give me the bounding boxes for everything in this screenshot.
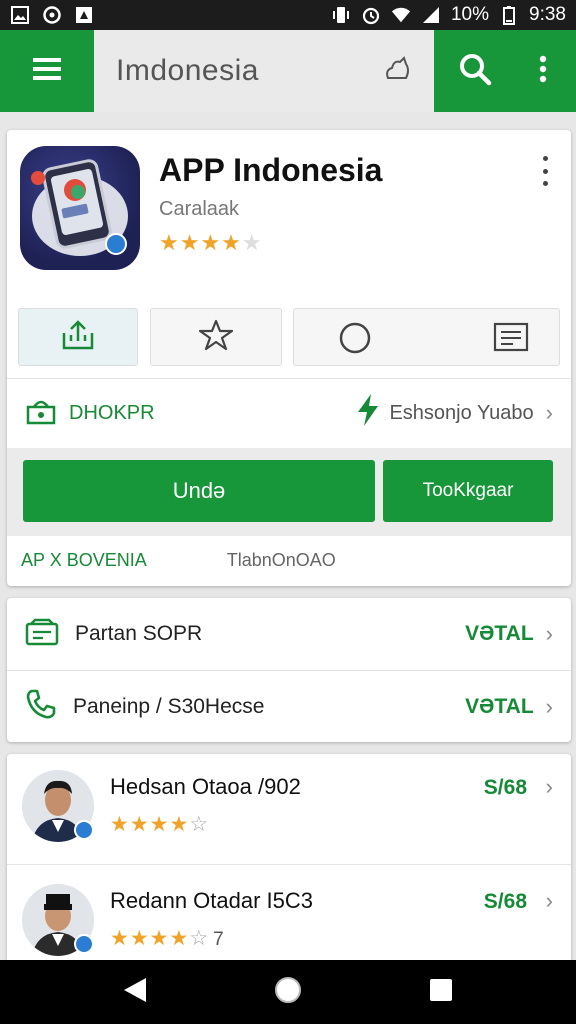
share-icon	[61, 319, 95, 356]
review-stars: ★★★★☆	[110, 813, 210, 836]
search-field[interactable]: Imdonesia	[94, 30, 434, 112]
back-icon[interactable]	[122, 976, 148, 1009]
favorite-button[interactable]	[150, 308, 282, 366]
battery-level: 10%	[450, 4, 490, 25]
more-tools-group	[293, 308, 560, 366]
search-query: Imdonesia	[116, 54, 259, 87]
more-options-icon[interactable]	[539, 55, 547, 88]
review-value: S/68	[483, 776, 527, 799]
app-subtitle: Caralaak	[159, 198, 240, 220]
info-value: VƏTAL	[465, 622, 534, 645]
status-bar: 10% 9:38	[0, 0, 576, 30]
app-title: APP Indonesia	[159, 152, 383, 188]
chevron-right-icon: ›	[545, 888, 553, 913]
developer-name: DHOKPR	[69, 401, 155, 424]
info-value: VƏTAL	[465, 694, 534, 718]
divider	[7, 864, 571, 865]
verified-badge-icon	[74, 820, 94, 840]
payment-card-icon	[25, 618, 59, 651]
reviews-card: Hedsan Otaoa /902 ★★★★☆ S/68 › Redann Ot…	[7, 754, 571, 964]
app-notification-icon	[74, 5, 94, 25]
app-logo	[20, 146, 140, 270]
divider	[7, 378, 571, 379]
hamburger-icon	[33, 57, 61, 85]
info-card: Partan SOPR VƏTAL › Paneinp / S30Hecse V…	[7, 598, 571, 742]
gallery-notification-icon	[10, 5, 30, 25]
wifi-icon	[391, 5, 411, 25]
phone-icon	[25, 688, 57, 725]
app-rating-stars: ★★★★★	[159, 230, 263, 255]
review-stars: ★★★★☆ 7	[110, 927, 224, 950]
review-item[interactable]: Redann Otadar I5C3 ★★★★☆ 7 S/68 ›	[7, 866, 571, 970]
reviewer-name: Hedsan Otaoa /902	[110, 774, 301, 799]
review-value: S/68	[483, 890, 527, 913]
info-row[interactable]: Partan SOPR VƏTAL ›	[7, 598, 571, 670]
details-list-icon[interactable]	[493, 322, 529, 357]
chevron-right-icon: ›	[545, 774, 553, 799]
lightning-icon	[355, 393, 381, 433]
developer-action: Eshsonjo Yuabo	[389, 401, 534, 424]
review-item[interactable]: Hedsan Otaoa /902 ★★★★☆ S/68 ›	[7, 754, 571, 858]
app-meta-row: AP X BOVENIA TlabnOnOAO	[7, 540, 571, 580]
app-details-card: APP Indonesia Caralaak ★★★★★ DHOKPR Eshs…	[7, 130, 571, 586]
chevron-right-icon: ›	[545, 621, 553, 646]
chevron-right-icon: ›	[545, 693, 553, 719]
info-row[interactable]: Paneinp / S30Hecse VƏTAL ›	[7, 671, 571, 742]
signal-icon	[421, 5, 441, 25]
meta-right-text: TlabnOnOAO	[226, 549, 336, 570]
circle-icon[interactable]	[338, 321, 372, 360]
clock: 9:38	[529, 4, 566, 25]
action-buttons-band: Undə TooKkgaar	[7, 448, 571, 536]
share-button[interactable]	[18, 308, 138, 366]
vibrate-icon	[331, 5, 351, 25]
install-button[interactable]: Undə	[23, 460, 375, 522]
secondary-action-button[interactable]: TooKkgaar	[383, 460, 553, 522]
menu-button[interactable]	[0, 30, 94, 112]
alarm-icon	[361, 5, 381, 25]
verified-badge-icon	[74, 934, 94, 954]
voice-search-icon[interactable]	[382, 54, 412, 89]
review-count: 7	[213, 929, 224, 950]
meta-left-link[interactable]: AP X BOVENIA	[21, 550, 147, 571]
app-bar: Imdonesia	[0, 30, 576, 112]
developer-row[interactable]: DHOKPR Eshsonjo Yuabo ›	[7, 380, 571, 446]
info-label: Partan SOPR	[75, 622, 203, 645]
star-outline-icon	[197, 318, 235, 357]
recents-icon[interactable]	[428, 977, 454, 1008]
action-toolbar	[18, 308, 560, 368]
battery-icon	[499, 5, 519, 25]
system-nav-bar	[0, 960, 576, 1024]
at-notification-icon	[42, 5, 62, 25]
overflow-menu-icon[interactable]	[533, 156, 557, 186]
search-icon[interactable]	[458, 52, 492, 91]
home-icon[interactable]	[273, 975, 303, 1010]
info-label: Paneinp / S30Hecse	[73, 694, 265, 718]
chevron-right-icon: ›	[545, 400, 553, 425]
store-icon	[25, 397, 57, 430]
reviewer-name: Redann Otadar I5C3	[110, 888, 314, 913]
